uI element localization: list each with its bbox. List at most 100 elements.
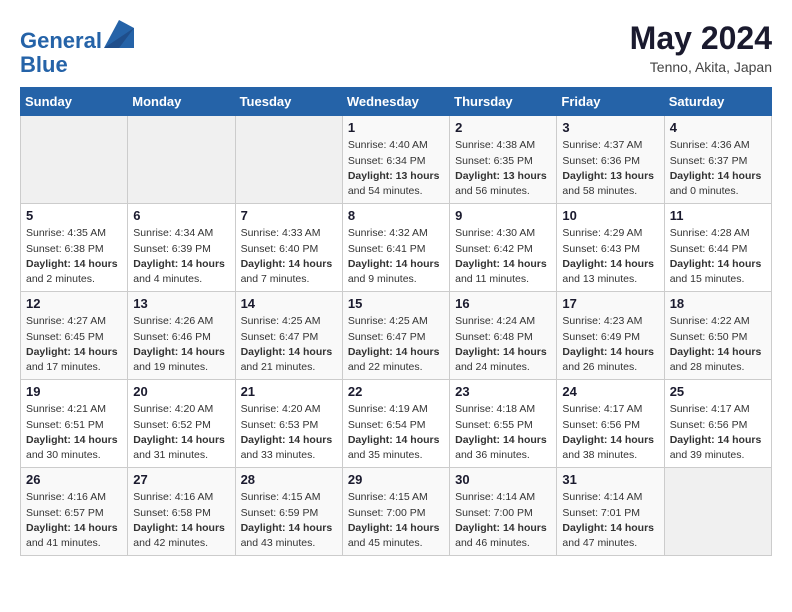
calendar-cell: 30 Sunrise: 4:14 AMSunset: 7:00 PMDayligh… <box>450 468 557 556</box>
day-info: Sunrise: 4:23 AMSunset: 6:49 PMDaylight:… <box>562 314 658 375</box>
day-number: 28 <box>241 472 337 487</box>
day-info: Sunrise: 4:25 AMSunset: 6:47 PMDaylight:… <box>241 314 337 375</box>
title-block: May 2024 Tenno, Akita, Japan <box>630 20 772 75</box>
month-title: May 2024 <box>630 20 772 57</box>
calendar-cell: 2Sunrise: 4:38 AMSunset: 6:35 PMDaylight… <box>450 116 557 204</box>
calendar-cell: 13 Sunrise: 4:26 AMSunset: 6:46 PMDayligh… <box>128 292 235 380</box>
calendar-cell: 16 Sunrise: 4:24 AMSunset: 6:48 PMDayligh… <box>450 292 557 380</box>
day-info: Sunrise: 4:36 AMSunset: 6:37 PMDaylight:… <box>670 138 766 199</box>
logo-text: GeneralBlue <box>20 20 134 77</box>
day-number: 3 <box>562 120 658 135</box>
day-number: 30 <box>455 472 551 487</box>
day-number: 9 <box>455 208 551 223</box>
calendar-cell: 11 Sunrise: 4:28 AMSunset: 6:44 PMDayligh… <box>664 204 771 292</box>
logo: GeneralBlue <box>20 20 134 77</box>
day-number: 4 <box>670 120 766 135</box>
header-wednesday: Wednesday <box>342 88 449 116</box>
day-number: 21 <box>241 384 337 399</box>
day-number: 8 <box>348 208 444 223</box>
calendar-cell: 12 Sunrise: 4:27 AMSunset: 6:45 PMDayligh… <box>21 292 128 380</box>
header-tuesday: Tuesday <box>235 88 342 116</box>
header-monday: Monday <box>128 88 235 116</box>
day-number: 10 <box>562 208 658 223</box>
day-number: 11 <box>670 208 766 223</box>
calendar-cell: 10Sunrise: 4:29 AMSunset: 6:43 PMDayligh… <box>557 204 664 292</box>
calendar-cell: 27 Sunrise: 4:16 AMSunset: 6:58 PMDayligh… <box>128 468 235 556</box>
day-info: Sunrise: 4:22 AMSunset: 6:50 PMDaylight:… <box>670 314 766 375</box>
calendar-cell: 3Sunrise: 4:37 AMSunset: 6:36 PMDaylight… <box>557 116 664 204</box>
calendar-cell: 28 Sunrise: 4:15 AMSunset: 6:59 PMDayligh… <box>235 468 342 556</box>
day-number: 18 <box>670 296 766 311</box>
day-info: Sunrise: 4:15 AMSunset: 6:59 PMDaylight:… <box>241 490 337 551</box>
calendar-cell: 19Sunrise: 4:21 AMSunset: 6:51 PMDayligh… <box>21 380 128 468</box>
day-info: Sunrise: 4:14 AMSunset: 7:00 PMDaylight:… <box>455 490 551 551</box>
day-info: Sunrise: 4:34 AMSunset: 6:39 PMDaylight:… <box>133 226 229 287</box>
day-info: Sunrise: 4:19 AMSunset: 6:54 PMDaylight:… <box>348 402 444 463</box>
day-info: Sunrise: 4:17 AMSunset: 6:56 PMDaylight:… <box>670 402 766 463</box>
day-info: Sunrise: 4:20 AMSunset: 6:53 PMDaylight:… <box>241 402 337 463</box>
calendar-week-row: 1Sunrise: 4:40 AMSunset: 6:34 PMDaylight… <box>21 116 772 204</box>
weekday-header-row: Sunday Monday Tuesday Wednesday Thursday… <box>21 88 772 116</box>
day-number: 15 <box>348 296 444 311</box>
day-number: 27 <box>133 472 229 487</box>
day-info: Sunrise: 4:14 AMSunset: 7:01 PMDaylight:… <box>562 490 658 551</box>
day-info: Sunrise: 4:27 AMSunset: 6:45 PMDaylight:… <box>26 314 122 375</box>
calendar-cell <box>235 116 342 204</box>
day-number: 20 <box>133 384 229 399</box>
day-info: Sunrise: 4:24 AMSunset: 6:48 PMDaylight:… <box>455 314 551 375</box>
calendar-cell: 7 Sunrise: 4:33 AMSunset: 6:40 PMDaylight… <box>235 204 342 292</box>
calendar-cell: 8 Sunrise: 4:32 AMSunset: 6:41 PMDaylight… <box>342 204 449 292</box>
calendar-week-row: 12 Sunrise: 4:27 AMSunset: 6:45 PMDayligh… <box>21 292 772 380</box>
calendar-cell <box>664 468 771 556</box>
day-info: Sunrise: 4:20 AMSunset: 6:52 PMDaylight:… <box>133 402 229 463</box>
day-info: Sunrise: 4:18 AMSunset: 6:55 PMDaylight:… <box>455 402 551 463</box>
location: Tenno, Akita, Japan <box>630 59 772 75</box>
day-number: 14 <box>241 296 337 311</box>
day-number: 29 <box>348 472 444 487</box>
day-number: 13 <box>133 296 229 311</box>
day-info: Sunrise: 4:16 AMSunset: 6:58 PMDaylight:… <box>133 490 229 551</box>
day-number: 2 <box>455 120 551 135</box>
day-info: Sunrise: 4:33 AMSunset: 6:40 PMDaylight:… <box>241 226 337 287</box>
day-number: 22 <box>348 384 444 399</box>
day-info: Sunrise: 4:32 AMSunset: 6:41 PMDaylight:… <box>348 226 444 287</box>
day-info: Sunrise: 4:16 AMSunset: 6:57 PMDaylight:… <box>26 490 122 551</box>
day-number: 7 <box>241 208 337 223</box>
calendar-cell: 21 Sunrise: 4:20 AMSunset: 6:53 PMDayligh… <box>235 380 342 468</box>
calendar-cell: 14 Sunrise: 4:25 AMSunset: 6:47 PMDayligh… <box>235 292 342 380</box>
calendar-cell: 15 Sunrise: 4:25 AMSunset: 6:47 PMDayligh… <box>342 292 449 380</box>
calendar-cell: 31 Sunrise: 4:14 AMSunset: 7:01 PMDayligh… <box>557 468 664 556</box>
day-number: 26 <box>26 472 122 487</box>
day-info: Sunrise: 4:21 AMSunset: 6:51 PMDaylight:… <box>26 402 122 463</box>
page-header: GeneralBlue May 2024 Tenno, Akita, Japan <box>20 20 772 77</box>
calendar-cell: 4 Sunrise: 4:36 AMSunset: 6:37 PMDaylight… <box>664 116 771 204</box>
calendar-cell: 6Sunrise: 4:34 AMSunset: 6:39 PMDaylight… <box>128 204 235 292</box>
day-number: 12 <box>26 296 122 311</box>
day-info: Sunrise: 4:25 AMSunset: 6:47 PMDaylight:… <box>348 314 444 375</box>
header-thursday: Thursday <box>450 88 557 116</box>
calendar-cell: 20 Sunrise: 4:20 AMSunset: 6:52 PMDayligh… <box>128 380 235 468</box>
calendar-week-row: 19Sunrise: 4:21 AMSunset: 6:51 PMDayligh… <box>21 380 772 468</box>
calendar-cell <box>21 116 128 204</box>
calendar-week-row: 5Sunrise: 4:35 AMSunset: 6:38 PMDaylight… <box>21 204 772 292</box>
header-friday: Friday <box>557 88 664 116</box>
calendar-cell <box>128 116 235 204</box>
day-info: Sunrise: 4:40 AMSunset: 6:34 PMDaylight:… <box>348 138 444 199</box>
calendar-cell: 25 Sunrise: 4:17 AMSunset: 6:56 PMDayligh… <box>664 380 771 468</box>
day-info: Sunrise: 4:26 AMSunset: 6:46 PMDaylight:… <box>133 314 229 375</box>
day-info: Sunrise: 4:17 AMSunset: 6:56 PMDaylight:… <box>562 402 658 463</box>
day-info: Sunrise: 4:28 AMSunset: 6:44 PMDaylight:… <box>670 226 766 287</box>
day-number: 25 <box>670 384 766 399</box>
day-number: 24 <box>562 384 658 399</box>
day-number: 16 <box>455 296 551 311</box>
calendar-cell: 24 Sunrise: 4:17 AMSunset: 6:56 PMDayligh… <box>557 380 664 468</box>
day-number: 23 <box>455 384 551 399</box>
calendar-cell: 1Sunrise: 4:40 AMSunset: 6:34 PMDaylight… <box>342 116 449 204</box>
calendar-cell: 22 Sunrise: 4:19 AMSunset: 6:54 PMDayligh… <box>342 380 449 468</box>
calendar-cell: 17Sunrise: 4:23 AMSunset: 6:49 PMDayligh… <box>557 292 664 380</box>
calendar-cell: 23 Sunrise: 4:18 AMSunset: 6:55 PMDayligh… <box>450 380 557 468</box>
calendar-cell: 18 Sunrise: 4:22 AMSunset: 6:50 PMDayligh… <box>664 292 771 380</box>
logo-icon <box>104 20 134 48</box>
calendar-cell: 5Sunrise: 4:35 AMSunset: 6:38 PMDaylight… <box>21 204 128 292</box>
day-number: 31 <box>562 472 658 487</box>
